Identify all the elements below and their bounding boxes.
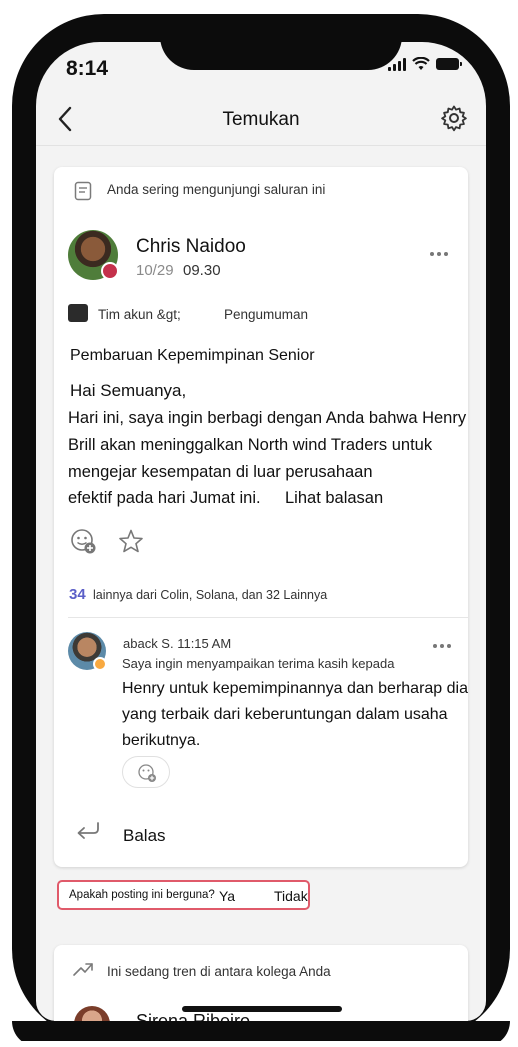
- trending-icon: [73, 963, 93, 976]
- post-body-line: mengejar kesempatan di luar perusahaan: [68, 463, 373, 481]
- presence-busy-icon: [101, 262, 119, 280]
- app-bar-divider: [36, 145, 486, 146]
- team-logo-icon: [68, 304, 88, 322]
- feedback-question: Apakah posting ini berguna?: [69, 889, 215, 901]
- wifi-icon: [412, 57, 430, 70]
- reply-more-options-icon[interactable]: [433, 644, 451, 648]
- phone-notch: [160, 14, 402, 70]
- feedback-yes-button[interactable]: Ya: [219, 888, 235, 904]
- post-body-line: Brill akan meninggalkan North wind Trade…: [68, 436, 433, 454]
- replies-count[interactable]: 34: [69, 586, 86, 603]
- post-time: 09.30: [183, 262, 221, 279]
- app-bar: Temukan: [36, 94, 486, 146]
- team-name[interactable]: Tim akun &gt;: [98, 307, 181, 322]
- reply-text-line: berikutnya.: [122, 732, 201, 749]
- reply-text-line: Henry untuk kepemimpinannya dan berharap…: [122, 680, 468, 697]
- post-more-options-icon[interactable]: [430, 252, 448, 256]
- channel-name[interactable]: Pengumuman: [224, 307, 308, 322]
- replies-summary[interactable]: lainnya dari Colin, Solana, dan 32 Lainn…: [93, 588, 327, 602]
- battery-icon: [436, 58, 462, 70]
- page-title: Temukan: [222, 109, 300, 130]
- home-indicator[interactable]: [182, 1006, 342, 1012]
- post-date: 10/29: [136, 262, 174, 279]
- reply-reaction-button[interactable]: [122, 756, 170, 788]
- reply-arrow-icon[interactable]: [74, 820, 102, 842]
- trending-context-text: Ini sedang tren di antara kolega Anda: [107, 964, 331, 979]
- add-reaction-icon[interactable]: [70, 528, 97, 555]
- replies-divider: [68, 617, 468, 618]
- feedback-no-button[interactable]: Tidak: [274, 888, 308, 904]
- post-body-line: Hari ini, saya ingin berbagi dengan Anda…: [68, 409, 467, 427]
- status-time: 8:14: [66, 57, 109, 80]
- reply-button[interactable]: Balas: [123, 826, 166, 846]
- channel-frequent-icon: [74, 181, 92, 201]
- post-title: Pembaruan Kepemimpinan Senior: [70, 347, 315, 364]
- gear-icon[interactable]: [440, 104, 468, 132]
- post-body-line: efektif pada hari Jumat ini.: [68, 489, 261, 507]
- author-name[interactable]: Chris Naidoo: [136, 236, 246, 258]
- reply-text-line: yang terbaik dari keberuntungan dalam us…: [122, 706, 448, 723]
- post-greeting: Hai Semuanya,: [70, 381, 187, 400]
- reply-author-time: aback S. 11:15 AM: [123, 636, 232, 651]
- star-icon[interactable]: [118, 528, 144, 554]
- see-replies-link[interactable]: Lihat balasan: [285, 489, 383, 508]
- status-icons: [388, 57, 462, 71]
- card-context-text: Anda sering mengunjungi saluran ini: [107, 182, 326, 197]
- add-reaction-icon: [138, 764, 156, 782]
- presence-away-icon: [93, 657, 107, 671]
- reply-text-line: Saya ingin menyampaikan terima kasih kep…: [122, 656, 395, 671]
- page-margin: [0, 1041, 518, 1047]
